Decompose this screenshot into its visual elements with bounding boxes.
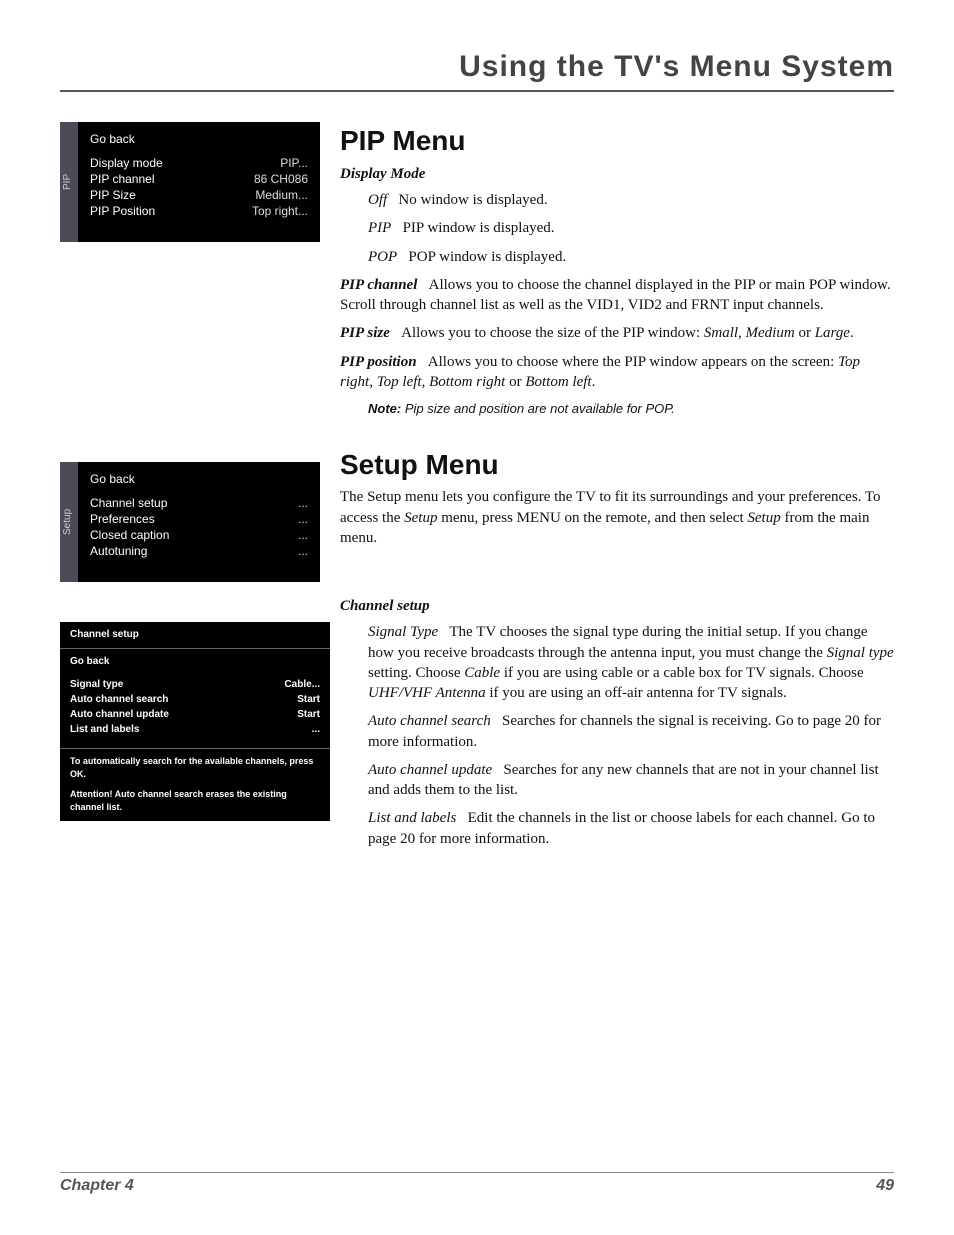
setup-menu-heading: Setup Menu — [340, 446, 894, 484]
term: UHF/VHF Antenna — [368, 685, 486, 701]
term: Signal type — [827, 645, 894, 661]
term: Bottom right — [429, 374, 505, 390]
menu-row-value: Medium... — [255, 188, 308, 202]
submenu-hint: To automatically search for the availabl… — [60, 748, 330, 786]
channel-setup-screenshot: Channel setup Go back Signal typeCable..… — [60, 622, 330, 821]
pip-menu-screenshot: PIP Go back Display modePIP... PIP chann… — [60, 122, 320, 242]
menu-row-label: List and labels — [70, 723, 312, 737]
page-header: Using the TV's Menu System — [60, 50, 894, 92]
term: Top left — [377, 374, 422, 390]
pip-menu-heading: PIP Menu — [340, 122, 894, 160]
desc: Allows you to choose the size of the PIP… — [401, 325, 704, 341]
term: PIP — [368, 220, 391, 236]
term: PIP size — [340, 325, 390, 341]
term: PIP position — [340, 354, 417, 370]
submenu-warning: Attention! Auto channel search erases th… — [60, 786, 330, 821]
menu-row-value: Cable... — [284, 678, 320, 692]
menu-row-label: Auto channel search — [70, 693, 297, 707]
term: Auto channel update — [368, 762, 492, 778]
channel-setup-heading: Channel setup — [340, 596, 894, 616]
note-text: Pip size and position are not available … — [401, 401, 675, 416]
menu-row-label: PIP Size — [90, 188, 255, 202]
text: setting. Choose — [368, 665, 464, 681]
menu-row-label: Channel setup — [90, 496, 298, 510]
menu-row-value: ... — [298, 496, 308, 510]
main-content: PIP Menu Display Mode Off No window is d… — [340, 122, 894, 857]
pip-tab-label: PIP — [60, 122, 78, 242]
term: Auto channel search — [368, 713, 491, 729]
note-label: Note: — [368, 401, 401, 416]
desc: Allows you to choose where the PIP windo… — [428, 354, 838, 370]
desc: No window is displayed. — [398, 192, 547, 208]
desc: PIP window is displayed. — [403, 220, 555, 236]
menu-row-value: ... — [312, 723, 320, 737]
sidebar: PIP Go back Display modePIP... PIP chann… — [60, 122, 340, 861]
term: Cable — [464, 665, 500, 681]
term: Large — [815, 325, 850, 341]
term: Medium — [746, 325, 795, 341]
menu-row-value: ... — [298, 512, 308, 526]
go-back-label: Go back — [70, 655, 320, 669]
term: POP — [368, 249, 397, 265]
term: Off — [368, 192, 387, 208]
menu-row-value: 86 CH086 — [254, 172, 308, 186]
text: menu, press MENU on the remote, and then… — [437, 510, 747, 526]
menu-row-label: Auto channel update — [70, 708, 297, 722]
text: or — [795, 325, 815, 341]
menu-row-value: ... — [298, 528, 308, 542]
menu-row-value: Start — [297, 693, 320, 707]
desc: POP window is displayed. — [408, 249, 566, 265]
desc: Allows you to choose the channel display… — [340, 277, 891, 313]
chapter-label: Chapter 4 — [60, 1177, 134, 1195]
go-back-label: Go back — [90, 472, 308, 486]
term: List and labels — [368, 810, 456, 826]
text: or — [505, 374, 525, 390]
term: PIP channel — [340, 277, 417, 293]
menu-row-value: Start — [297, 708, 320, 722]
term: Bottom left — [525, 374, 591, 390]
text: if you are using cable or a cable box fo… — [500, 665, 864, 681]
go-back-label: Go back — [90, 132, 308, 146]
menu-row-label: Preferences — [90, 512, 298, 526]
term: Small — [704, 325, 738, 341]
text: if you are using an off-air antenna for … — [486, 685, 787, 701]
setup-tab-label: Setup — [60, 462, 78, 582]
term: Setup — [747, 510, 780, 526]
page-number: 49 — [876, 1177, 894, 1195]
menu-row-label: Display mode — [90, 156, 280, 170]
term: Signal Type — [368, 624, 438, 640]
menu-row-value: PIP... — [280, 156, 308, 170]
menu-row-label: Closed caption — [90, 528, 298, 542]
menu-row-value: ... — [298, 544, 308, 558]
menu-row-label: PIP channel — [90, 172, 254, 186]
page-footer: Chapter 4 49 — [60, 1172, 894, 1195]
menu-row-label: Autotuning — [90, 544, 298, 558]
term: Setup — [404, 510, 437, 526]
menu-row-value: Top right... — [252, 204, 308, 218]
menu-row-label: PIP Position — [90, 204, 252, 218]
text: The TV chooses the signal type during th… — [368, 624, 868, 660]
submenu-title: Channel setup — [60, 622, 330, 649]
display-mode-heading: Display Mode — [340, 164, 894, 184]
menu-row-label: Signal type — [70, 678, 284, 692]
setup-menu-screenshot: Setup Go back Channel setup... Preferenc… — [60, 462, 320, 582]
